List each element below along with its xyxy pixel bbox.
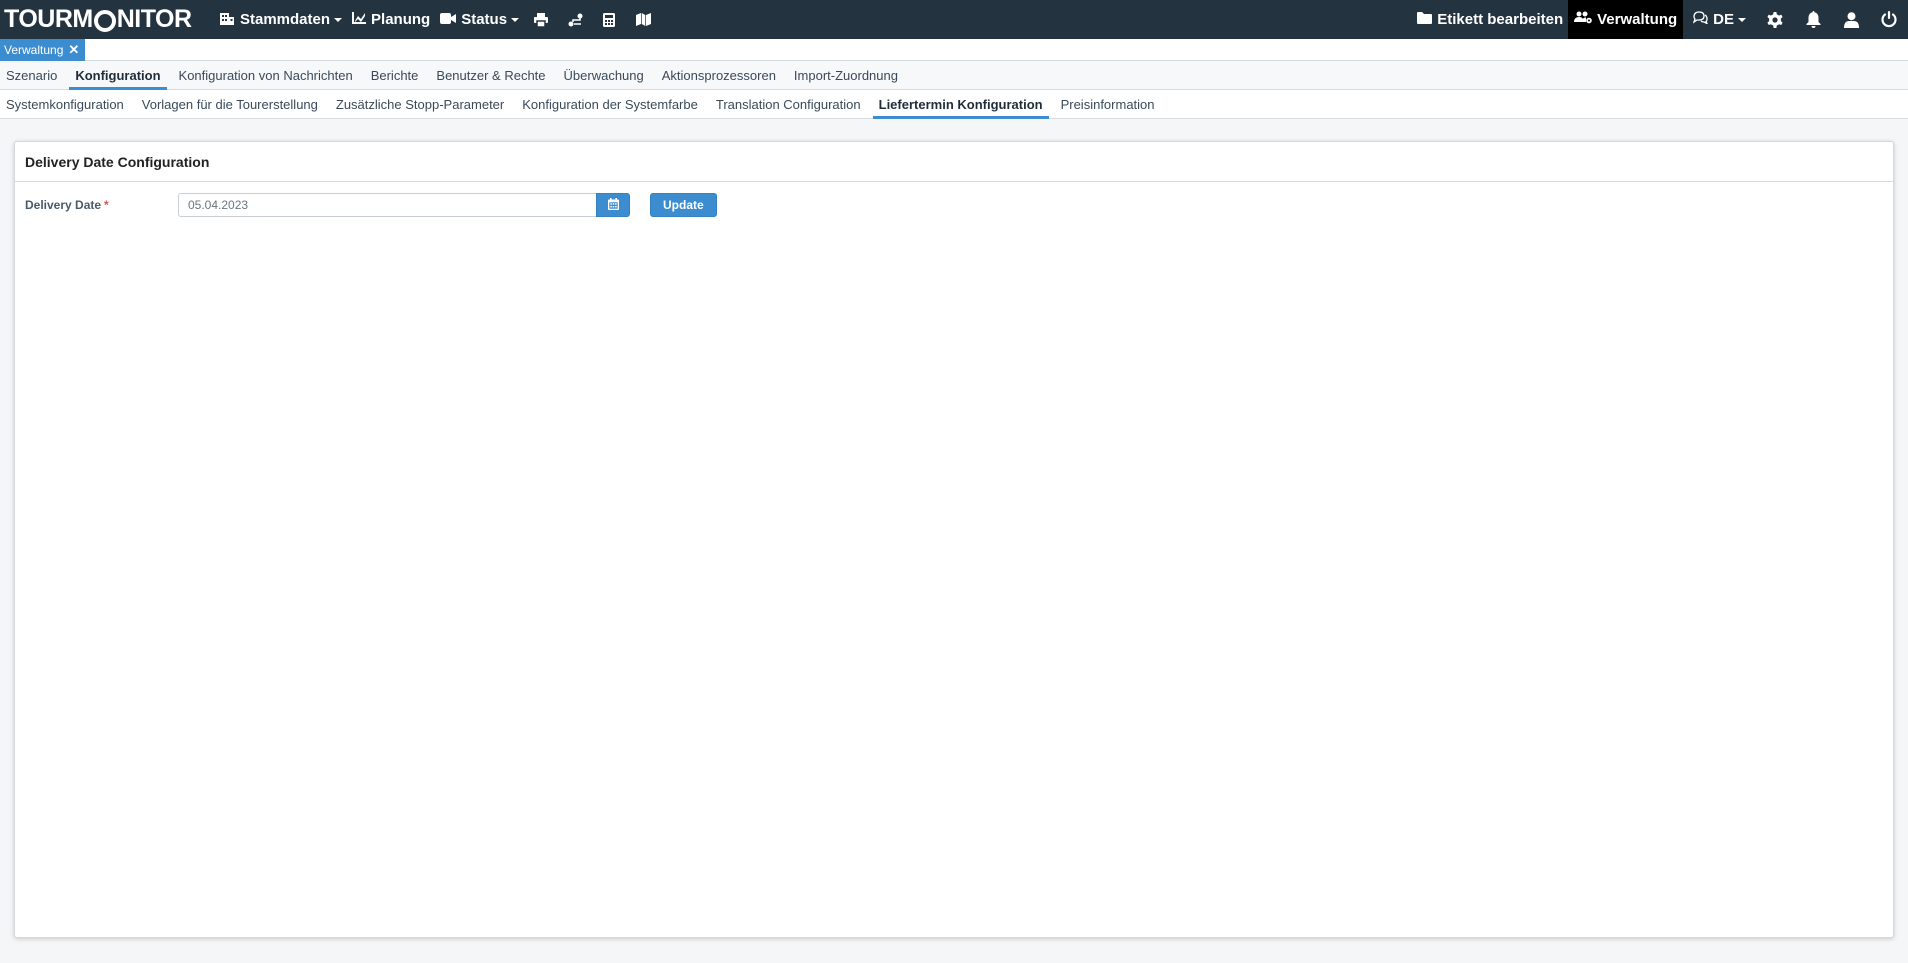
subtab-liefertermin-konfiguration[interactable]: Liefertermin Konfiguration [872, 90, 1049, 119]
delivery-date-row: Delivery Date* Update [25, 193, 717, 217]
gear-icon[interactable] [1756, 0, 1794, 39]
route-icon[interactable] [558, 0, 592, 39]
tourmonitor-logo[interactable]: TOURM NITOR [0, 5, 214, 34]
required-marker: * [104, 198, 109, 212]
chevron-down-icon [334, 17, 343, 22]
tab-konfiguration-nachrichten[interactable]: Konfiguration von Nachrichten [173, 61, 359, 89]
main-tabs: Szenario Konfiguration Konfiguration von… [0, 61, 1908, 90]
tab-ueberwachung[interactable]: Überwachung [558, 61, 650, 89]
power-icon[interactable] [1870, 0, 1908, 39]
subtab-vorlagen-tourerstellung[interactable]: Vorlagen für die Tourerstellung [136, 90, 324, 118]
chevron-down-icon [511, 17, 520, 22]
tab-konfiguration[interactable]: Konfiguration [69, 61, 167, 90]
date-picker [178, 193, 630, 217]
chevron-down-icon [1738, 17, 1746, 22]
nav-right: Etikett bearbeiten Verwaltung DE [1412, 0, 1908, 39]
bell-icon[interactable] [1794, 0, 1832, 39]
calculator-icon[interactable] [592, 0, 626, 39]
open-tab-verwaltung[interactable]: Verwaltung ✕ [0, 39, 86, 61]
nav-planung[interactable]: Planung [347, 0, 435, 39]
edit-label-button[interactable]: Etikett bearbeiten [1412, 0, 1568, 39]
edit-label-text: Etikett bearbeiten [1437, 11, 1564, 28]
tab-benutzer-rechte[interactable]: Benutzer & Rechte [430, 61, 551, 89]
update-button[interactable]: Update [650, 193, 717, 217]
logo-text-start: TOURM [4, 5, 93, 33]
video-icon [440, 11, 457, 28]
subtab-systemkonfiguration[interactable]: Systemkonfiguration [0, 90, 130, 118]
nav-status[interactable]: Status [435, 0, 524, 39]
language-label: DE [1713, 11, 1734, 28]
tab-import-zuordnung[interactable]: Import-Zuordnung [788, 61, 904, 89]
nav-verwaltung-label: Verwaltung [1597, 11, 1678, 28]
logo-o-ring [93, 9, 116, 32]
top-navbar: TOURM NITOR Stammdaten Planung Status Et… [0, 0, 1908, 39]
panel-title: Delivery Date Configuration [15, 142, 1893, 182]
tab-berichte[interactable]: Berichte [365, 61, 425, 89]
open-tabs-bar: Verwaltung ✕ [0, 39, 1908, 61]
chart-icon [352, 11, 367, 28]
sub-tabs: Systemkonfiguration Vorlagen für die Tou… [0, 90, 1908, 119]
user-icon[interactable] [1832, 0, 1870, 39]
delivery-date-label: Delivery Date * [25, 198, 178, 212]
building-icon [219, 11, 235, 29]
folder-icon [1417, 11, 1433, 28]
map-icon[interactable] [626, 0, 660, 39]
calendar-icon [607, 197, 619, 213]
nav-planung-label: Planung [371, 11, 431, 28]
close-icon[interactable]: ✕ [68, 42, 79, 58]
delivery-date-panel: Delivery Date Configuration Delivery Dat… [14, 141, 1894, 938]
subtab-translation-configuration[interactable]: Translation Configuration [710, 90, 867, 118]
subtab-zusaetzliche-stopp-parameter[interactable]: Zusätzliche Stopp-Parameter [330, 90, 510, 118]
tab-aktionsprozessoren[interactable]: Aktionsprozessoren [656, 61, 782, 89]
print-icon[interactable] [524, 0, 558, 39]
main-nav: Stammdaten Planung Status [214, 0, 660, 39]
delivery-date-input[interactable] [178, 193, 596, 217]
delivery-date-label-text: Delivery Date [25, 198, 102, 212]
logo-text-end: NITOR [116, 5, 192, 33]
nav-verwaltung[interactable]: Verwaltung [1568, 0, 1684, 39]
open-tab-label: Verwaltung [4, 43, 64, 57]
subtab-preisinformation[interactable]: Preisinformation [1055, 90, 1161, 118]
tab-szenario[interactable]: Szenario [0, 61, 63, 89]
users-cog-icon [1574, 11, 1592, 28]
nav-status-label: Status [461, 11, 508, 28]
nav-stammdaten[interactable]: Stammdaten [214, 0, 347, 39]
nav-stammdaten-label: Stammdaten [240, 11, 331, 28]
calendar-button[interactable] [596, 193, 630, 217]
language-selector[interactable]: DE [1683, 0, 1756, 39]
chat-icon [1692, 11, 1709, 28]
subtab-konfiguration-systemfarbe[interactable]: Konfiguration der Systemfarbe [516, 90, 704, 118]
